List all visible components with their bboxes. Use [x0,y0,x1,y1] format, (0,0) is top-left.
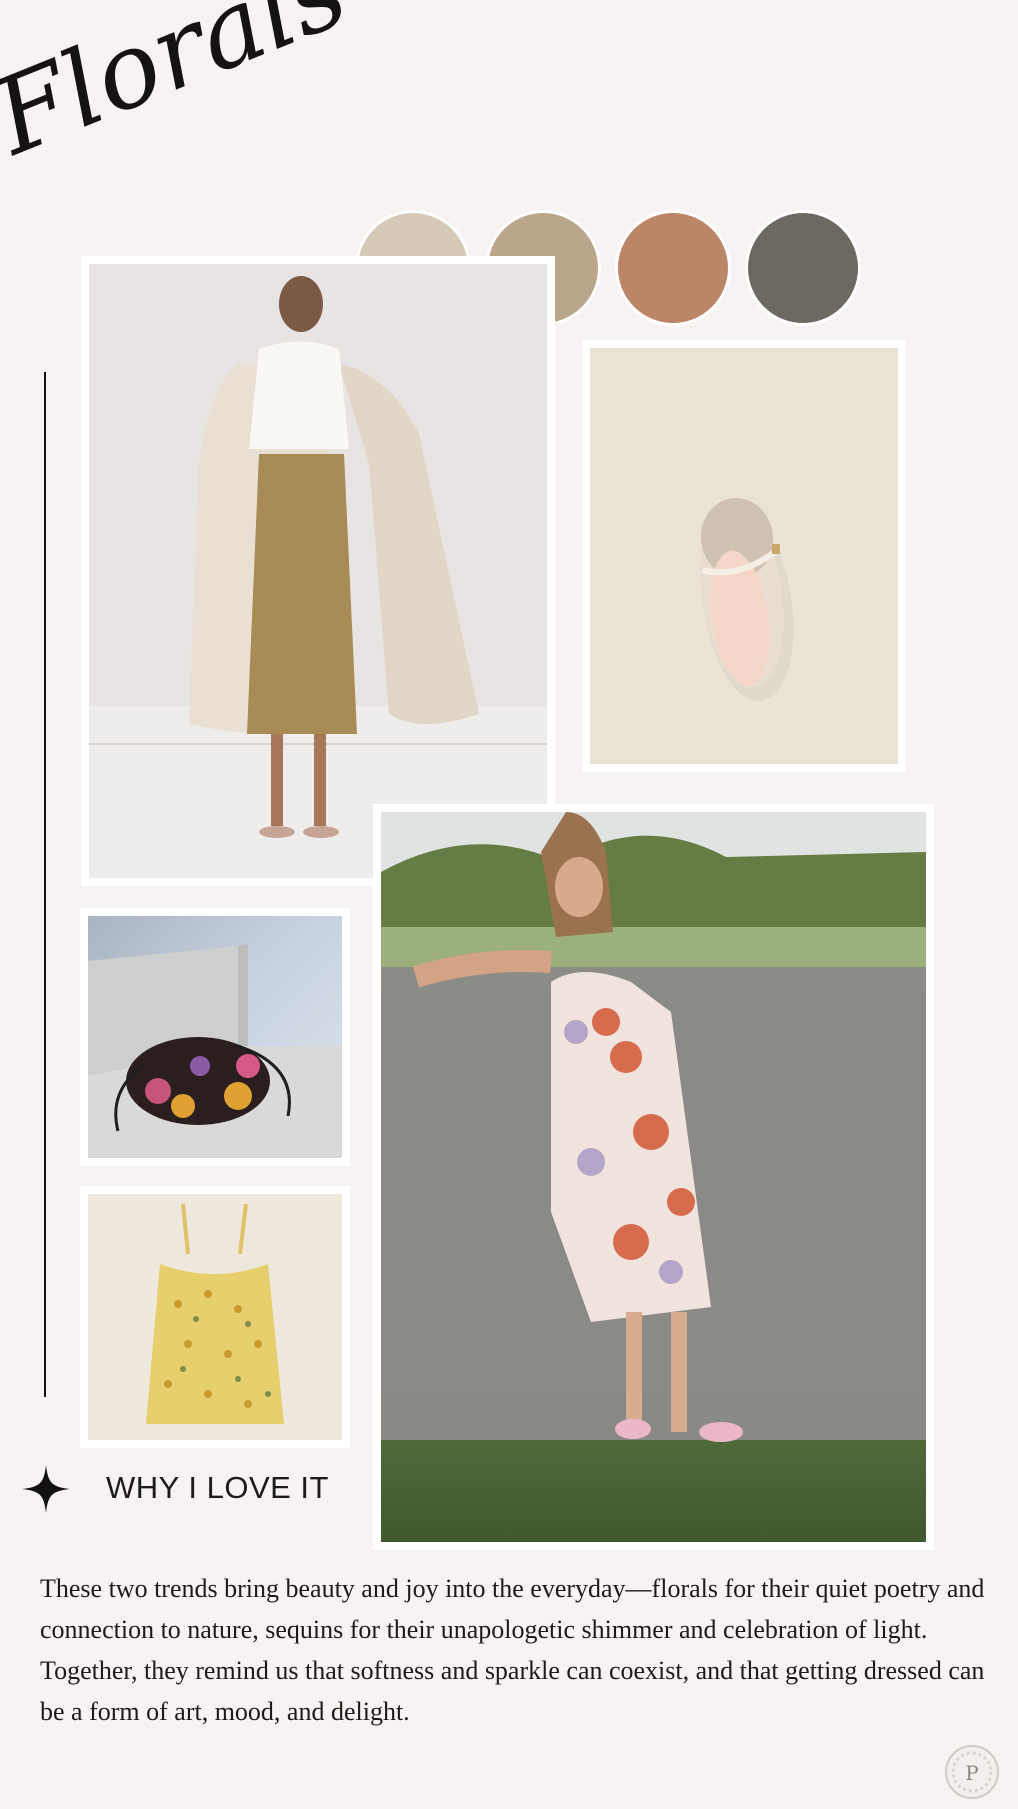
color-swatch-3 [615,210,731,326]
watermark-letter: P [965,1761,978,1785]
shoe-image [582,340,906,772]
sparkle-icon [22,1465,70,1513]
cami-illustration [146,1203,284,1424]
vertical-divider [44,372,46,1397]
clutch-illustration [88,944,342,1158]
shoe-illustration [700,498,794,702]
description-paragraph: These two trends bring beauty and joy in… [40,1574,985,1726]
page-title: Florals & Sequins [0,0,899,179]
sequin-skirt-image [81,256,555,886]
section-heading: WHY I LOVE IT [106,1470,329,1505]
watermark-logo: P [945,1745,999,1799]
floral-dress-illustration [381,812,926,1442]
cami-image [80,1186,350,1448]
clutch-image [80,908,350,1166]
color-swatch-4 [745,210,861,326]
sequin-skirt-illustration [89,276,547,838]
floral-dress-image [373,804,934,1550]
